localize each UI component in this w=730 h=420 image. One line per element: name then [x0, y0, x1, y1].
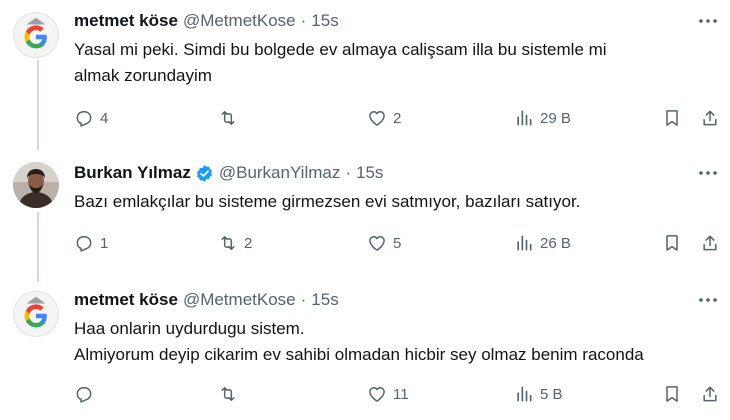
avatar[interactable] [13, 12, 59, 58]
bookmark-icon [666, 110, 678, 126]
retweet-icon [221, 236, 235, 250]
like-button[interactable]: 5 [367, 230, 401, 256]
tweet-actions: 11 5 B [0, 381, 730, 407]
separator-dot: · [300, 11, 307, 30]
bookmark-icon [666, 235, 678, 251]
separator-dot: · [345, 163, 352, 182]
view-count: 26 B [540, 234, 571, 252]
analytics-icon [517, 386, 532, 402]
like-count: 11 [393, 385, 409, 403]
reply-button[interactable] [74, 381, 100, 407]
tweet-header: Burkan Yılmaz @BurkanYilmaz · 15s [74, 162, 383, 184]
tweet-actions: 1 2 5 26 B [0, 230, 730, 256]
share-button[interactable] [700, 381, 720, 407]
heart-icon [369, 236, 385, 251]
analytics-icon [517, 235, 532, 251]
analytics-icon [517, 110, 532, 126]
display-name[interactable]: metmet köse [74, 11, 178, 31]
reply-icon [76, 387, 92, 403]
tweet-text-line: Yasal mi peki. Simdi bu bolgede ev almay… [74, 40, 607, 59]
retweet-button[interactable] [218, 105, 244, 131]
tweet-actions: 4 2 29 B [0, 105, 730, 131]
tweet-text: Bazı emlakçılar bu sisteme girmezsen evi… [74, 189, 720, 215]
retweet-icon [221, 387, 235, 401]
tweet-header: metmet köse @MetmetKose · 15s [74, 289, 339, 311]
tweet[interactable]: metmet köse @MetmetKose · 15s Haa onlari… [0, 289, 730, 414]
share-icon [703, 110, 717, 126]
share-icon [703, 386, 717, 402]
user-handle[interactable]: @MetmetKose [183, 11, 296, 31]
like-button[interactable]: 11 [367, 381, 409, 407]
timestamp[interactable]: 15s [311, 290, 338, 310]
like-count: 5 [393, 234, 402, 252]
retweet-button[interactable]: 2 [218, 230, 252, 256]
more-options-icon[interactable] [698, 164, 718, 182]
bookmark-button[interactable] [662, 381, 682, 407]
more-options-icon[interactable] [698, 291, 718, 309]
reply-icon [76, 236, 92, 252]
like-button[interactable]: 2 [367, 105, 401, 131]
view-count: 5 B [540, 385, 563, 403]
bookmark-button[interactable] [662, 230, 682, 256]
separator-dot: · [300, 290, 307, 309]
user-handle[interactable]: @MetmetKose [183, 290, 296, 310]
tweet-text-line: Almiyorum deyip cikarim ev sahibi olmada… [74, 345, 644, 364]
google-logo-icon [24, 296, 47, 328]
tweet-text-line: almak zorundayim [74, 66, 212, 85]
reply-count: 4 [100, 109, 109, 127]
share-button[interactable] [700, 230, 720, 256]
google-logo-icon [24, 17, 47, 49]
retweet-count: 2 [244, 234, 253, 252]
tweet-text: Yasal mi peki. Simdi bu bolgede ev almay… [74, 37, 720, 89]
retweet-button[interactable] [218, 381, 244, 407]
user-photo-icon [13, 162, 59, 208]
reply-button[interactable]: 1 [74, 230, 108, 256]
reply-button[interactable]: 4 [74, 105, 108, 131]
retweet-icon [221, 111, 235, 125]
reply-count: 1 [100, 234, 109, 252]
bookmark-button[interactable] [662, 105, 682, 131]
avatar[interactable] [13, 291, 59, 337]
timestamp[interactable]: 15s [356, 163, 383, 183]
views-button[interactable]: 26 B [514, 230, 571, 256]
tweet-header: metmet köse @MetmetKose · 15s [74, 10, 339, 32]
bookmark-icon [666, 386, 678, 402]
tweet-text: Haa onlarin uydurdugu sistem. Almiyorum … [74, 316, 720, 368]
view-count: 29 B [540, 109, 571, 127]
heart-icon [369, 387, 385, 402]
views-button[interactable]: 29 B [514, 105, 571, 131]
like-count: 2 [393, 109, 402, 127]
share-button[interactable] [700, 105, 720, 131]
more-options-icon[interactable] [698, 12, 718, 30]
verified-badge-icon[interactable] [195, 164, 214, 183]
share-icon [703, 235, 717, 251]
tweet-text-line: Haa onlarin uydurdugu sistem. [74, 319, 305, 338]
heart-icon [369, 111, 385, 126]
timestamp[interactable]: 15s [311, 11, 338, 31]
avatar[interactable] [13, 162, 59, 208]
tweet[interactable]: metmet köse @MetmetKose · 15s Yasal mi p… [0, 10, 730, 135]
tweet[interactable]: Burkan Yılmaz @BurkanYilmaz · 15s Bazı e… [0, 162, 730, 272]
user-handle[interactable]: @BurkanYilmaz [219, 163, 341, 183]
views-button[interactable]: 5 B [514, 381, 563, 407]
reply-icon [76, 111, 92, 127]
display-name[interactable]: metmet köse [74, 290, 178, 310]
display-name[interactable]: Burkan Yılmaz [74, 163, 191, 183]
tweet-text-line: Bazı emlakçılar bu sisteme girmezsen evi… [74, 192, 581, 211]
